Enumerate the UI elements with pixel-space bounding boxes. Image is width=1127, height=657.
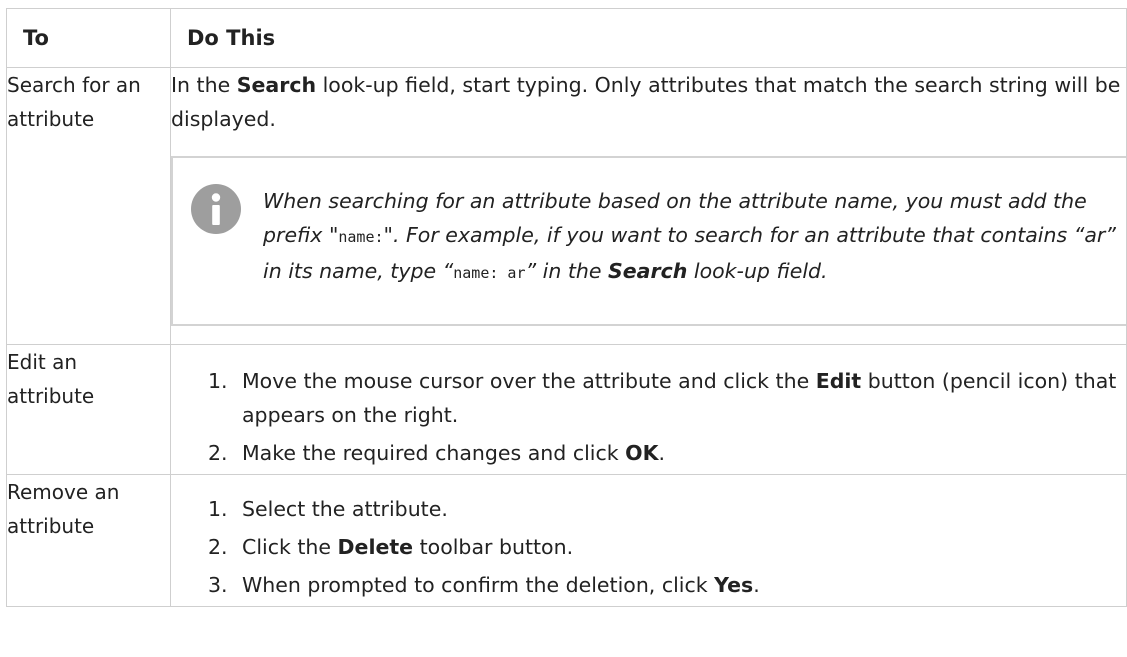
note-box: When searching for an attribute based on… xyxy=(171,156,1126,326)
list-item: 2. Make the required changes and click OK… xyxy=(208,441,665,465)
steps-list: 1. Move the mouse cursor over the attribu… xyxy=(171,364,1126,470)
instruction-cell: 1. Select the attribute. 2. Click the Dele… xyxy=(170,474,1127,607)
column-header-do-this: Do This xyxy=(170,8,1127,68)
steps-list: 1. Select the attribute. 2. Click the Dele… xyxy=(171,492,1126,602)
inline-code: name: xyxy=(338,228,384,246)
task-cell: Search for an attribute xyxy=(6,67,171,345)
column-header-to: To xyxy=(6,8,171,68)
instruction-cell: In the Search look-up field, start typin… xyxy=(170,67,1127,345)
table-row: Edit an attribute 1. Move the mouse curso… xyxy=(6,344,1127,475)
info-icon xyxy=(191,184,241,234)
list-item: 3. When prompted to confirm the deletion,… xyxy=(208,573,760,597)
task-cell: Remove an attribute xyxy=(6,474,171,607)
list-item: 2. Click the Delete toolbar button. xyxy=(208,535,574,559)
document-page: To Do This Search for an attribute In th… xyxy=(0,0,1127,657)
table-row: Remove an attribute 1. Select the attribu… xyxy=(6,474,1127,607)
instruction-text: In the Search look-up field, start typin… xyxy=(171,73,1121,131)
inline-code: name: ar xyxy=(453,264,526,282)
list-item: 1. Move the mouse cursor over the attribu… xyxy=(208,369,1117,427)
task-cell: Edit an attribute xyxy=(6,344,171,475)
attribute-actions-table: To Do This Search for an attribute In th… xyxy=(6,8,1127,607)
list-item: 1. Select the attribute. xyxy=(208,497,448,521)
note-text: When searching for an attribute based on… xyxy=(263,189,1116,283)
table-row: Search for an attribute In the Search lo… xyxy=(6,67,1127,345)
table-header-row: To Do This xyxy=(6,8,1127,68)
instruction-cell: 1. Move the mouse cursor over the attribu… xyxy=(170,344,1127,475)
